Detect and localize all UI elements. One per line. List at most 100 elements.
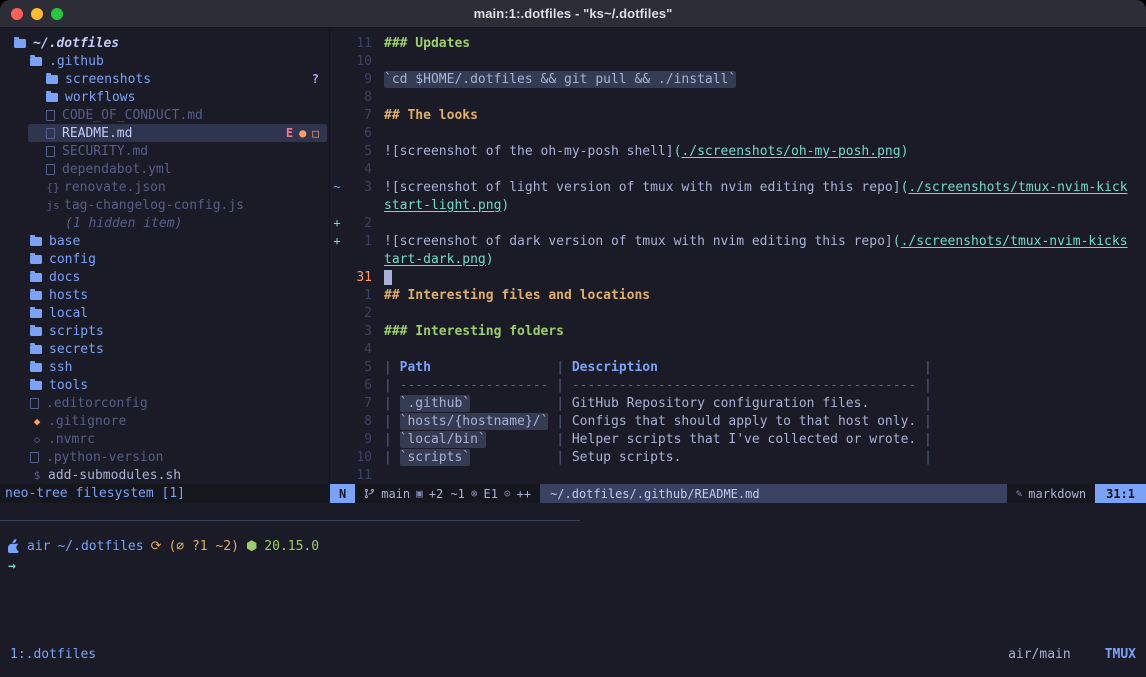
javascript-file-icon: js — [46, 199, 60, 212]
folder-icon — [30, 363, 42, 372]
table-cell: Configs that should apply to that host o… — [572, 414, 916, 429]
editor-line[interactable]: 1## Interesting files and locations — [330, 286, 1146, 304]
tree-item-docs[interactable]: docs — [0, 268, 329, 286]
line-number: 2 — [344, 306, 372, 321]
tree-item-workflows[interactable]: workflows — [0, 88, 329, 106]
table-pipe: | — [384, 396, 400, 411]
tmux-session-name: air/main — [1008, 647, 1071, 662]
terminal-window: main:1:.dotfiles - "ks~/.dotfiles" ~/.do… — [0, 0, 1146, 677]
tree-item-nvmrc[interactable]: ◇ .nvmrc — [0, 430, 329, 448]
table-pipe: | — [486, 432, 572, 447]
line-number: 1 — [344, 234, 372, 249]
tree-item-secrets[interactable]: secrets — [0, 340, 329, 358]
inline-code: `local/bin` — [400, 431, 486, 448]
table-pipe: | — [869, 396, 932, 411]
tree-item-readme[interactable]: README.md E ● □ — [0, 124, 329, 142]
editor-line[interactable]: 8| `hosts/{hostname}/` | Configs that sh… — [330, 412, 1146, 430]
editor-line[interactable]: 11 — [330, 466, 1146, 484]
editor-current-line[interactable]: 31 — [330, 268, 1146, 286]
editor-line[interactable]: 7## The looks — [330, 106, 1146, 124]
tree-item-tools[interactable]: tools — [0, 376, 329, 394]
editor-line[interactable]: 9| `local/bin` | Helper scripts that I'v… — [330, 430, 1146, 448]
tree-item-tag-changelog-config[interactable]: js tag-changelog-config.js — [0, 196, 329, 214]
editor-line[interactable]: 8 — [330, 88, 1146, 106]
editor-line[interactable]: 2 — [330, 304, 1146, 322]
config-file-icon — [30, 398, 39, 409]
cursor-position: 31:1 — [1095, 484, 1146, 503]
folder-icon — [30, 255, 42, 264]
zoom-button[interactable] — [51, 8, 63, 20]
table-header: Path — [400, 360, 431, 375]
table-pipe: | — [384, 360, 400, 375]
editor-line[interactable]: 6 — [330, 124, 1146, 142]
inline-code: `hosts/{hostname}/` — [400, 413, 549, 430]
table-cell: GitHub Repository configuration files. — [572, 396, 869, 411]
tree-item-renovate[interactable]: {} tag-changelog-config.js renovate.json — [0, 178, 329, 196]
tree-item-dotfiles-root[interactable]: ~/.dotfiles — [0, 34, 329, 52]
cursor — [384, 270, 392, 285]
node-version: 20.15.0 — [264, 539, 319, 554]
editor-line[interactable]: 10 — [330, 52, 1146, 70]
tree-item-editorconfig[interactable]: .editorconfig — [0, 394, 329, 412]
json-braces-icon: {} — [46, 181, 60, 194]
tree-item-local[interactable]: local — [0, 304, 329, 322]
line-number: 4 — [344, 342, 372, 357]
tree-item-gitignore[interactable]: ◆ .gitignore — [0, 412, 329, 430]
markdown-h2: ## The looks — [384, 108, 478, 123]
tree-item-hosts[interactable]: hosts — [0, 286, 329, 304]
tree-item-config[interactable]: config — [0, 250, 329, 268]
tree-item-dependabot[interactable]: dependabot.yml — [0, 160, 329, 178]
tree-item-python-version[interactable]: .python-version — [0, 448, 329, 466]
tree-item-scripts[interactable]: scripts — [0, 322, 329, 340]
editor-line[interactable]: 5| Path | Description | — [330, 358, 1146, 376]
link-url[interactable]: ./screenshots/tmux-nvim-kicks — [901, 234, 1128, 249]
editor-line[interactable]: +1![screenshot of dark version of tmux w… — [330, 232, 1146, 250]
editor-line[interactable]: 11### Updates — [330, 34, 1146, 52]
editor-line[interactable]: 4 — [330, 160, 1146, 178]
editor-line[interactable]: 3### Interesting folders — [330, 322, 1146, 340]
editor-wrapped-line[interactable]: start-light.png) — [330, 196, 1146, 214]
pencil-icon: ✎ — [1016, 487, 1023, 500]
editor-line[interactable]: 5![screenshot of the oh-my-posh shell](.… — [330, 142, 1146, 160]
editor-line[interactable]: +2 — [330, 214, 1146, 232]
editor-line[interactable]: 9`cd $HOME/.dotfiles && git pull && ./in… — [330, 70, 1146, 88]
tree-item-github[interactable]: .github — [0, 52, 329, 70]
python-file-icon — [30, 452, 39, 463]
table-pipe: | — [916, 432, 932, 447]
line-number: 4 — [344, 162, 372, 177]
editor-wrapped-line[interactable]: tart-dark.png) — [330, 250, 1146, 268]
table-pipe: | — [916, 414, 932, 429]
tree-item-code-of-conduct[interactable]: CODE_OF_CONDUCT.md — [0, 106, 329, 124]
inline-code: `scripts` — [400, 449, 470, 466]
tree-item-screenshots[interactable]: screenshots ? — [0, 70, 329, 88]
editor-line[interactable]: 6| ------------------- | ---------------… — [330, 376, 1146, 394]
tree-item-add-submodules[interactable]: $ add-submodules.sh — [0, 466, 329, 484]
close-button[interactable] — [11, 8, 23, 20]
link-url[interactable]: start-light.png — [384, 198, 501, 213]
editor-line[interactable]: ~3![screenshot of light version of tmux … — [330, 178, 1146, 196]
markdown-file-icon — [46, 128, 55, 139]
tree-item-ssh[interactable]: ssh — [0, 358, 329, 376]
folder-icon — [30, 309, 42, 318]
minimize-button[interactable] — [31, 8, 43, 20]
editor-line[interactable]: 4 — [330, 340, 1146, 358]
link-url[interactable]: tart-dark.png — [384, 252, 486, 267]
editor-line[interactable]: 10| `scripts` | Setup scripts. | — [330, 448, 1146, 466]
link-url[interactable]: ./screenshots/tmux-nvim-kick — [908, 180, 1127, 195]
tmux-window-1[interactable]: 1:.dotfiles — [10, 647, 96, 662]
tmux-label: TMUX — [1105, 647, 1136, 662]
tree-item-base[interactable]: base — [0, 232, 329, 250]
tree-item-security[interactable]: SECURITY.md — [0, 142, 329, 160]
image-alt-text: ![screenshot of the oh-my-posh shell] — [384, 144, 674, 159]
neotree-panel: ~/.dotfiles .github screenshots ? workfl… — [0, 34, 329, 484]
tree-item-hidden-count[interactable]: (1 hidden item) — [0, 214, 329, 232]
link-url[interactable]: ./screenshots/oh-my-posh.png — [681, 144, 900, 159]
image-alt-text: ![screenshot of light version of tmux wi… — [384, 180, 901, 195]
prompt-input-line[interactable]: → — [8, 557, 16, 575]
shell-script-icon: $ — [30, 469, 44, 482]
markdown-h2: ## Interesting files and locations — [384, 288, 650, 303]
markdown-h3: ### Updates — [384, 36, 470, 51]
git-add-sign: + — [330, 216, 344, 230]
diff-counts: +2 ~1 — [429, 487, 465, 501]
editor-line[interactable]: 7| `.github` | GitHub Repository configu… — [330, 394, 1146, 412]
